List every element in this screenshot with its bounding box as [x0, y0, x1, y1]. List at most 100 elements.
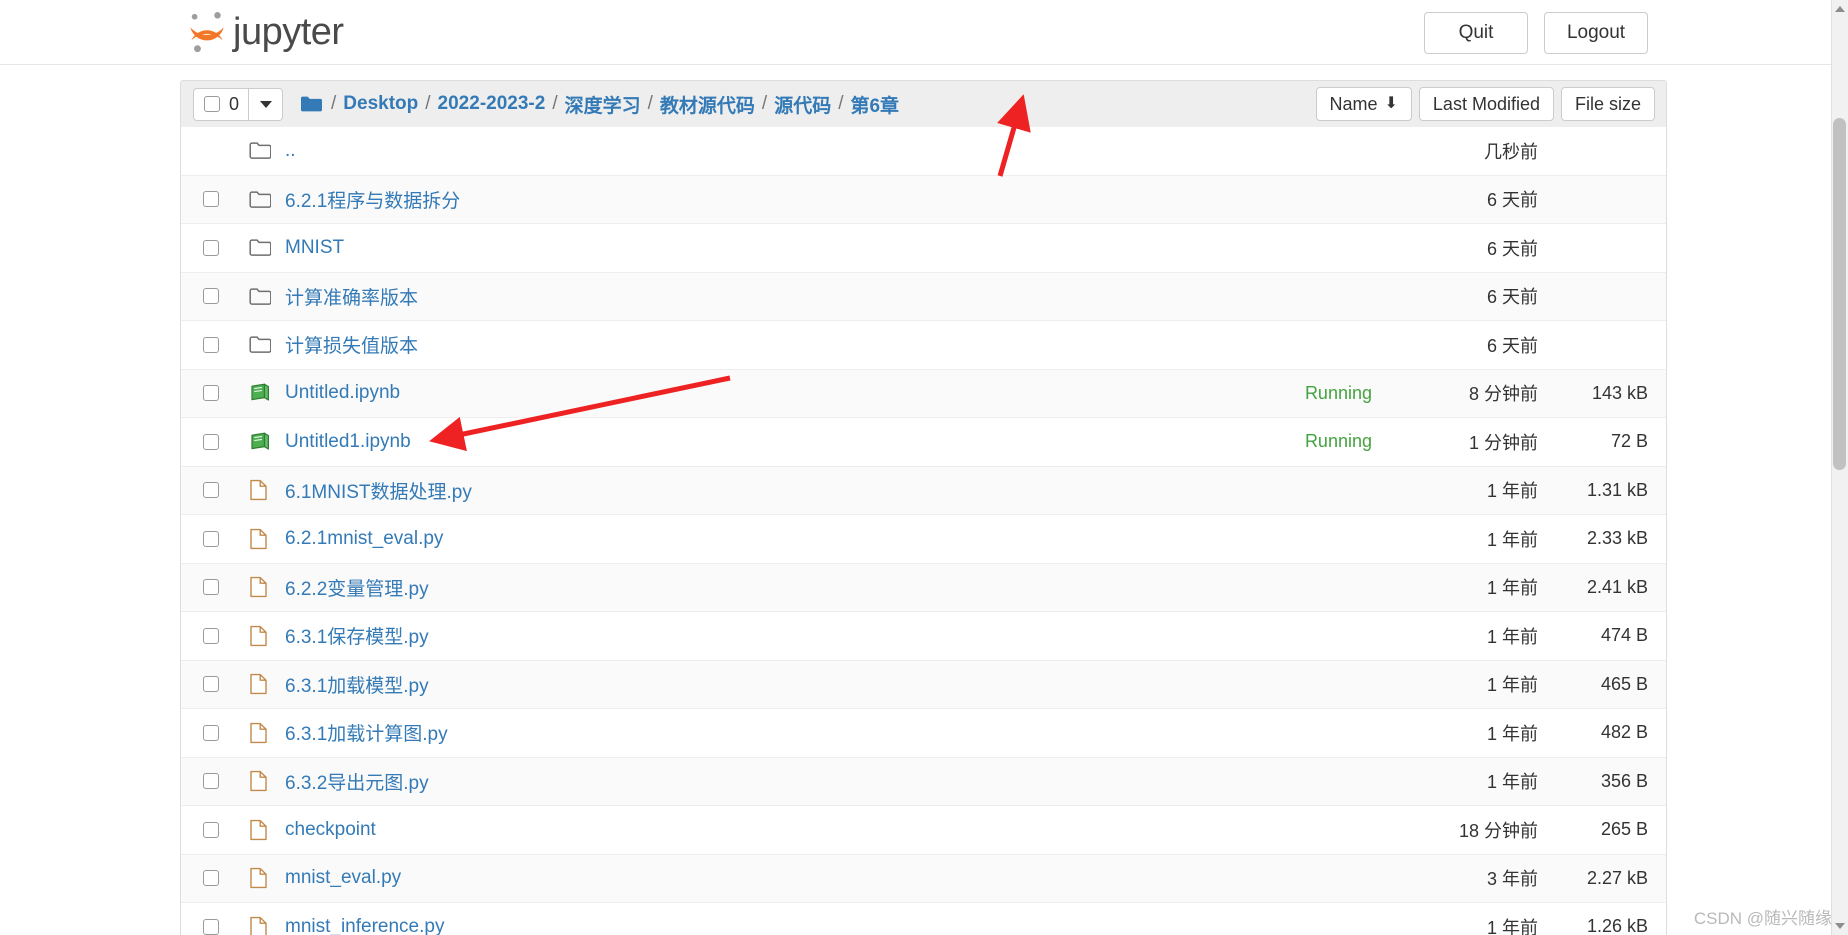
scroll-down-icon[interactable]: [1835, 923, 1845, 929]
file-row[interactable]: MNIST 6 天前: [181, 224, 1666, 273]
file-name-link[interactable]: 计算准确率版本: [285, 283, 1386, 310]
row-checkbox[interactable]: [203, 870, 219, 887]
row-checkbox-cell: [203, 918, 249, 935]
file-row[interactable]: .. 几秒前: [181, 127, 1666, 176]
file-row[interactable]: 6.1MNIST数据处理.py 1 年前 1.31 kB: [181, 466, 1666, 515]
last-modified-text: 1 年前: [1486, 578, 1538, 599]
sort-by-last-modified-button[interactable]: Last Modified: [1418, 87, 1554, 121]
file-name-link[interactable]: 6.2.1mnist_eval.py: [285, 528, 1386, 550]
last-modified-text: 8 分钟前: [1468, 384, 1538, 405]
row-checkbox[interactable]: [203, 773, 219, 790]
row-checkbox[interactable]: [203, 288, 219, 305]
quit-button[interactable]: Quit: [1424, 12, 1528, 54]
file-size-text: 474 B: [1600, 625, 1648, 646]
breadcrumb-item-2[interactable]: 深度学习: [565, 91, 641, 118]
row-checkbox[interactable]: [203, 627, 219, 644]
last-modified-text: 18 分钟前: [1458, 820, 1538, 841]
row-checkbox[interactable]: [203, 918, 219, 935]
row-checkbox-cell: [203, 724, 249, 741]
file-name-link[interactable]: 6.2.1程序与数据拆分: [285, 186, 1386, 213]
jupyter-logo[interactable]: jupyter: [186, 6, 344, 58]
breadcrumb-separator-1: /: [425, 93, 431, 114]
breadcrumb-item-5[interactable]: 第6章: [850, 91, 899, 118]
row-checkbox[interactable]: [203, 821, 219, 838]
logout-button[interactable]: Logout: [1544, 12, 1648, 54]
row-checkbox[interactable]: [203, 191, 219, 208]
row-checkbox-cell: [203, 870, 249, 887]
folder-icon: [249, 287, 285, 306]
file-name-link[interactable]: 6.3.1加载计算图.py: [285, 719, 1386, 746]
file-icon: [249, 867, 285, 889]
file-size-text: 1.31 kB: [1586, 479, 1648, 500]
last-modified-text: 6 天前: [1486, 238, 1538, 259]
last-modified-text: 1 年前: [1486, 772, 1538, 793]
file-icon: [249, 916, 285, 935]
file-row[interactable]: 计算损失值版本 6 天前: [181, 321, 1666, 370]
row-checkbox[interactable]: [203, 724, 219, 741]
folder-icon: [249, 190, 285, 209]
row-checkbox[interactable]: [203, 239, 219, 256]
row-checkbox[interactable]: [203, 482, 219, 499]
breadcrumb-separator-2: /: [552, 93, 558, 114]
chevron-down-icon: [259, 100, 272, 108]
file-name-link[interactable]: checkpoint: [285, 819, 1386, 841]
breadcrumb-item-0[interactable]: Desktop: [343, 93, 418, 115]
row-checkbox[interactable]: [203, 336, 219, 353]
breadcrumb-item-4[interactable]: 源代码: [774, 91, 831, 118]
file-row[interactable]: 6.2.1程序与数据拆分 6 天前: [181, 175, 1666, 224]
file-row[interactable]: mnist_inference.py 1 年前 1.26 kB: [181, 903, 1666, 935]
row-checkbox[interactable]: [203, 433, 219, 450]
file-name-link[interactable]: Untitled.ipynb: [285, 382, 1305, 404]
file-name-link[interactable]: mnist_inference.py: [285, 916, 1386, 935]
scroll-up-icon[interactable]: [1835, 6, 1845, 12]
sort-controls: Name ⬇ Last Modified File size: [1315, 87, 1655, 121]
select-all-box[interactable]: 0: [193, 87, 250, 121]
row-checkbox-cell: [203, 530, 249, 547]
file-icon: [249, 770, 285, 792]
file-row[interactable]: 6.3.1加载计算图.py 1 年前 482 B: [181, 709, 1666, 758]
file-row[interactable]: Untitled.ipynb Running 8 分钟前 143 kB: [181, 369, 1666, 418]
row-checkbox[interactable]: [203, 579, 219, 596]
row-checkbox-cell: [203, 821, 249, 838]
selection-dropdown-button[interactable]: [249, 87, 284, 121]
select-all-checkbox[interactable]: [204, 96, 220, 112]
file-row[interactable]: Untitled1.ipynb Running 1 分钟前 72 B: [181, 418, 1666, 467]
file-name-link[interactable]: MNIST: [285, 237, 1386, 259]
file-name-link[interactable]: 计算损失值版本: [285, 331, 1386, 358]
breadcrumb-item-1[interactable]: 2022-2023-2: [438, 93, 546, 115]
file-name-link[interactable]: 6.1MNIST数据处理.py: [285, 477, 1386, 504]
file-size-text: 465 B: [1600, 673, 1648, 694]
page-scrollbar[interactable]: [1831, 0, 1848, 935]
page-header: jupyter Quit Logout: [0, 0, 1848, 65]
file-name-link[interactable]: 6.3.1保存模型.py: [285, 622, 1386, 649]
last-modified-text: 1 年前: [1486, 626, 1538, 647]
file-row[interactable]: checkpoint 18 分钟前 265 B: [181, 806, 1666, 855]
notebook-icon: [249, 383, 285, 403]
last-modified-text: 1 年前: [1486, 529, 1538, 550]
file-size-text: 2.41 kB: [1586, 576, 1648, 597]
row-checkbox[interactable]: [203, 676, 219, 693]
file-name-link[interactable]: ..: [285, 140, 1386, 162]
file-row[interactable]: 6.3.1加载模型.py 1 年前 465 B: [181, 660, 1666, 709]
row-checkbox-cell: [203, 627, 249, 644]
file-size-text: 1.26 kB: [1586, 916, 1648, 935]
row-checkbox[interactable]: [203, 530, 219, 547]
sort-by-name-button[interactable]: Name ⬇: [1315, 87, 1412, 121]
file-name-link[interactable]: Untitled1.ipynb: [285, 431, 1305, 453]
file-name-link[interactable]: 6.2.2变量管理.py: [285, 574, 1386, 601]
file-row[interactable]: 6.2.2变量管理.py 1 年前 2.41 kB: [181, 563, 1666, 612]
sort-by-file-size-button[interactable]: File size: [1560, 87, 1655, 121]
scrollbar-thumb[interactable]: [1833, 118, 1846, 470]
file-name-link[interactable]: mnist_eval.py: [285, 867, 1386, 889]
file-name-link[interactable]: 6.3.1加载模型.py: [285, 671, 1386, 698]
file-row[interactable]: 6.3.2导出元图.py 1 年前 356 B: [181, 757, 1666, 806]
file-name-link[interactable]: 6.3.2导出元图.py: [285, 768, 1386, 795]
row-checkbox-cell: [203, 579, 249, 596]
file-row[interactable]: 6.3.1保存模型.py 1 年前 474 B: [181, 612, 1666, 661]
row-checkbox[interactable]: [203, 385, 219, 402]
file-row[interactable]: 计算准确率版本 6 天前: [181, 272, 1666, 321]
file-row[interactable]: mnist_eval.py 3 年前 2.27 kB: [181, 854, 1666, 903]
file-row[interactable]: 6.2.1mnist_eval.py 1 年前 2.33 kB: [181, 515, 1666, 564]
breadcrumb-home-folder-icon[interactable]: [300, 95, 323, 113]
breadcrumb-item-3[interactable]: 教材源代码: [660, 91, 755, 118]
